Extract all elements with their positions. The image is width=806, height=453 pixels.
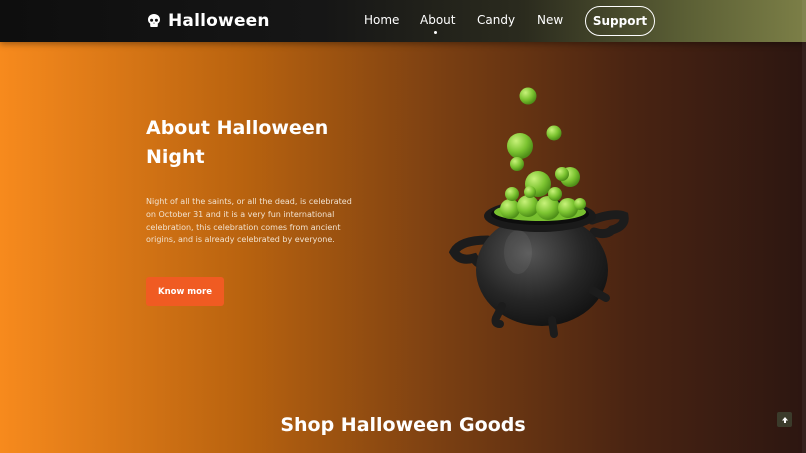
- cauldron-illustration: [448, 87, 629, 338]
- support-button[interactable]: Support: [585, 6, 655, 36]
- brand-logo[interactable]: Halloween: [146, 11, 270, 31]
- know-more-button[interactable]: Know more: [146, 277, 224, 306]
- shop-section-title: Shop Halloween Goods: [280, 414, 526, 436]
- nav-item-new[interactable]: New: [537, 13, 563, 27]
- hero-description: Night of all the saints, or all the dead…: [146, 197, 352, 245]
- hero-title: About Halloween Night: [146, 114, 366, 172]
- site-header: Halloween Home About Candy New Support: [0, 0, 806, 42]
- hero-title-line2: Night: [146, 146, 205, 168]
- arrow-up-icon: [781, 416, 788, 423]
- nav-item-candy[interactable]: Candy: [477, 13, 515, 27]
- active-nav-indicator: [434, 31, 437, 34]
- skull-icon: [148, 14, 160, 27]
- nav-item-about[interactable]: About: [420, 13, 455, 27]
- scroll-top-button[interactable]: [777, 412, 792, 427]
- hero-title-line1: About Halloween: [146, 117, 329, 139]
- page-scrollbar[interactable]: [802, 0, 806, 453]
- brand-name: Halloween: [168, 11, 270, 31]
- nav-item-home[interactable]: Home: [364, 13, 399, 27]
